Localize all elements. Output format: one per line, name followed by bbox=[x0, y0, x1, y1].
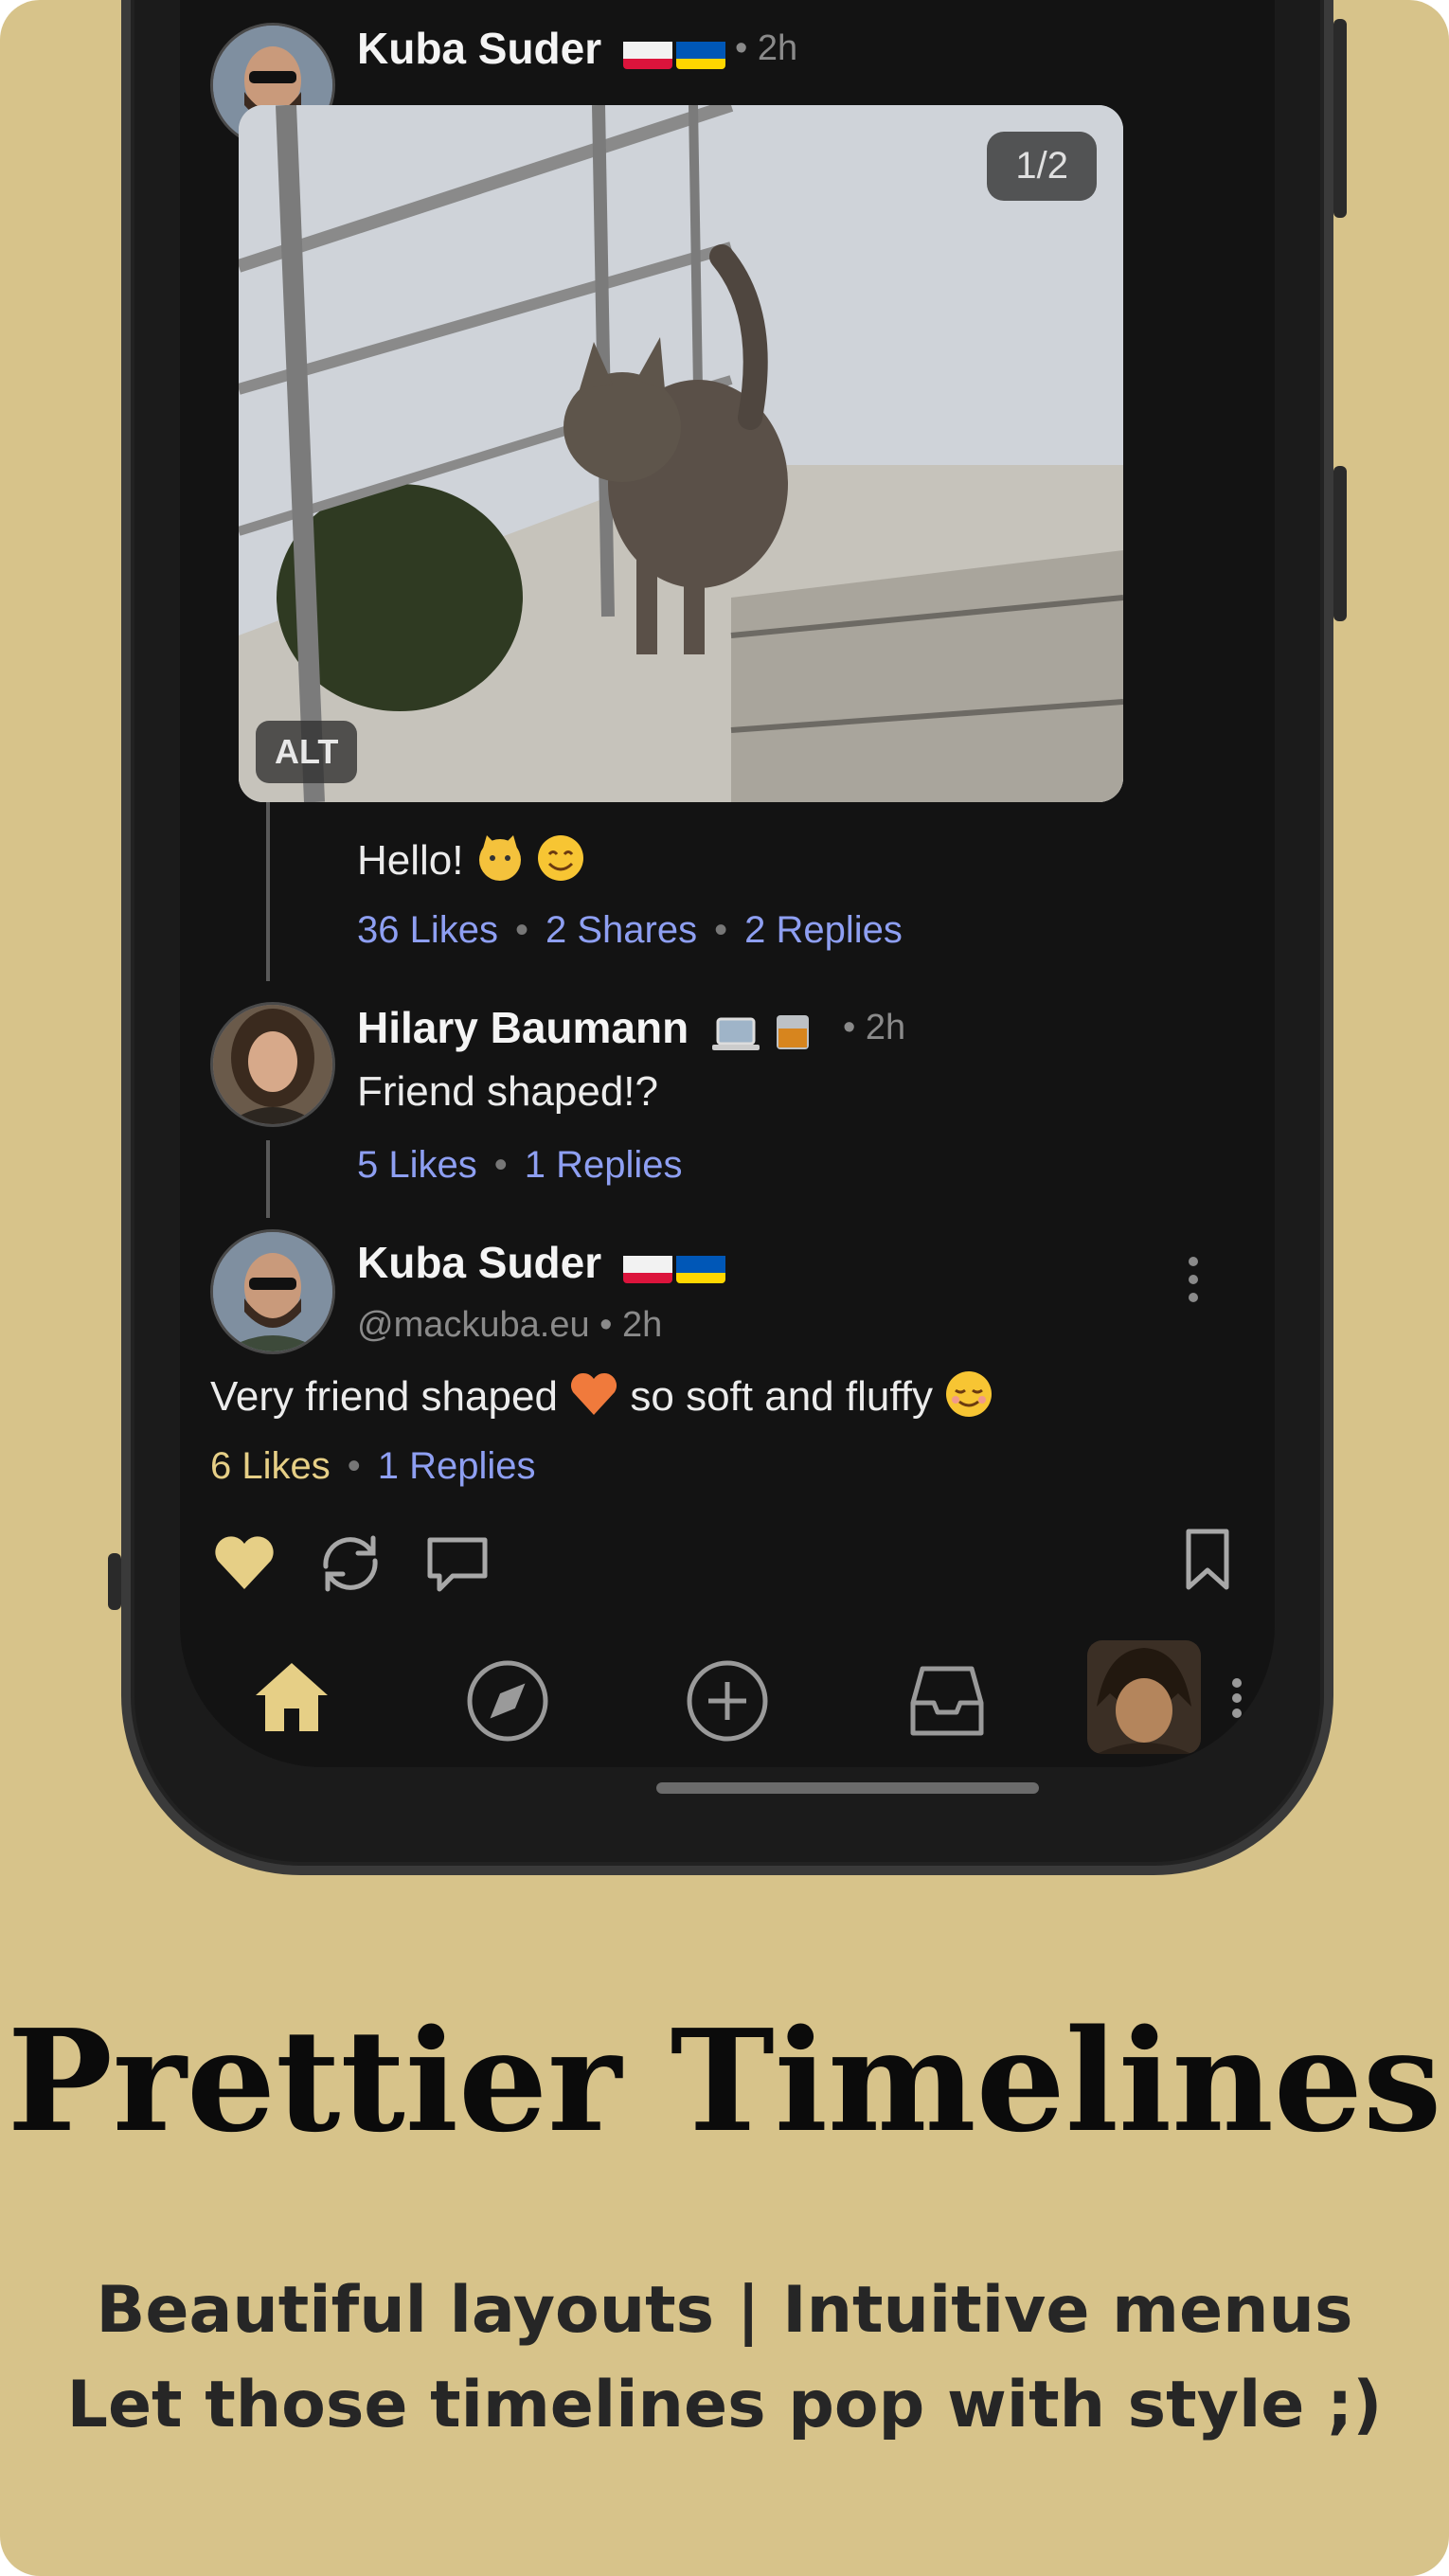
likes-link[interactable]: 5 Likes bbox=[357, 1144, 477, 1186]
author-name[interactable]: Kuba Suder bbox=[357, 23, 725, 74]
replies-link[interactable]: 1 Replies bbox=[525, 1144, 683, 1186]
laptop-emoji-icon bbox=[710, 1012, 761, 1050]
replies-link[interactable]: 1 Replies bbox=[378, 1445, 536, 1487]
more-vertical-icon[interactable] bbox=[1184, 1256, 1203, 1308]
author-name-text: Kuba Suder bbox=[357, 24, 602, 73]
home-icon[interactable] bbox=[252, 1659, 331, 1740]
cat-photo bbox=[239, 105, 1123, 802]
ukraine-flag-icon bbox=[675, 35, 725, 69]
separator-dot: • bbox=[514, 909, 528, 951]
author-name-text: Hilary Baumann bbox=[357, 1003, 689, 1052]
author-name[interactable]: Hilary Baumann bbox=[357, 1002, 814, 1053]
likes-link[interactable]: 36 Likes bbox=[357, 909, 498, 951]
heart-icon[interactable] bbox=[212, 1534, 277, 1596]
post-stats: 6 Likes • 1 Replies bbox=[210, 1445, 536, 1488]
post-text-content: so soft and fluffy bbox=[630, 1373, 933, 1421]
cat-emoji-icon bbox=[475, 833, 525, 893]
post-time: • 2h bbox=[843, 1008, 906, 1047]
post-text-content: Hello! bbox=[357, 837, 464, 885]
profile-avatar[interactable] bbox=[1087, 1640, 1201, 1754]
promo-headline: Prettier Timelines bbox=[7, 1998, 1442, 2163]
orange-heart-emoji-icon bbox=[569, 1371, 618, 1427]
post-stats: 36 Likes • 2 Shares • 2 Replies bbox=[357, 909, 903, 952]
replies-link[interactable]: 2 Replies bbox=[744, 909, 903, 951]
alt-text-button[interactable]: ALT bbox=[256, 721, 358, 783]
avatar[interactable] bbox=[210, 1229, 335, 1354]
poland-flag-icon bbox=[622, 1249, 672, 1283]
compass-icon[interactable] bbox=[466, 1659, 549, 1747]
likes-link[interactable]: 6 Likes bbox=[210, 1445, 331, 1487]
phone-side-button bbox=[1333, 466, 1347, 621]
post-text: Very friend shaped so soft and fluffy bbox=[210, 1369, 993, 1429]
bookmark-icon[interactable] bbox=[1184, 1527, 1231, 1598]
post-image[interactable]: 1/2 ALT bbox=[239, 105, 1123, 802]
separator-dot: • bbox=[493, 1144, 508, 1186]
smiling-emoji-icon bbox=[944, 1369, 993, 1429]
home-indicator bbox=[656, 1782, 1039, 1794]
plus-circle-icon[interactable] bbox=[686, 1659, 769, 1747]
separator-dot: • bbox=[714, 909, 728, 951]
thread-line bbox=[266, 1140, 270, 1218]
smile-emoji-icon bbox=[536, 833, 585, 893]
phone-frame: Kuba Suder • 2h 1/2 ALT Hello! 36 Likes … bbox=[108, 0, 1347, 1875]
author-name-text: Kuba Suder bbox=[357, 1238, 602, 1287]
author-name[interactable]: Kuba Suder bbox=[357, 1237, 725, 1288]
promo-subtitle-line2: Let those timelines pop with style ;) bbox=[66, 2368, 1383, 2442]
inbox-icon[interactable] bbox=[905, 1663, 989, 1744]
post-time: • 2h bbox=[735, 28, 798, 68]
repost-icon[interactable] bbox=[316, 1532, 385, 1600]
promo-canvas: Kuba Suder • 2h 1/2 ALT Hello! 36 Likes … bbox=[0, 0, 1449, 2576]
whisky-emoji-icon bbox=[771, 1010, 814, 1053]
app-screen: Kuba Suder • 2h 1/2 ALT Hello! 36 Likes … bbox=[180, 0, 1275, 1767]
post-stats: 5 Likes • 1 Replies bbox=[357, 1144, 683, 1187]
ukraine-flag-icon bbox=[675, 1249, 725, 1283]
more-vertical-icon[interactable] bbox=[1229, 1678, 1244, 1723]
promo-subtitle-line1: Beautiful layouts | Intuitive menus bbox=[96, 2273, 1353, 2348]
shares-link[interactable]: 2 Shares bbox=[546, 909, 697, 951]
post-text-content: Very friend shaped bbox=[210, 1373, 558, 1421]
reply-icon[interactable] bbox=[424, 1534, 491, 1600]
phone-side-button bbox=[108, 1553, 121, 1610]
separator-dot: • bbox=[347, 1445, 361, 1487]
media-counter: 1/2 bbox=[987, 132, 1097, 201]
poland-flag-icon bbox=[622, 35, 672, 69]
post-text: Hello! bbox=[357, 833, 585, 893]
avatar[interactable] bbox=[210, 1002, 335, 1127]
handle-time: @mackuba.eu • 2h bbox=[357, 1305, 663, 1345]
post-text: Friend shaped!? bbox=[357, 1068, 658, 1115]
phone-side-button bbox=[1333, 19, 1347, 218]
